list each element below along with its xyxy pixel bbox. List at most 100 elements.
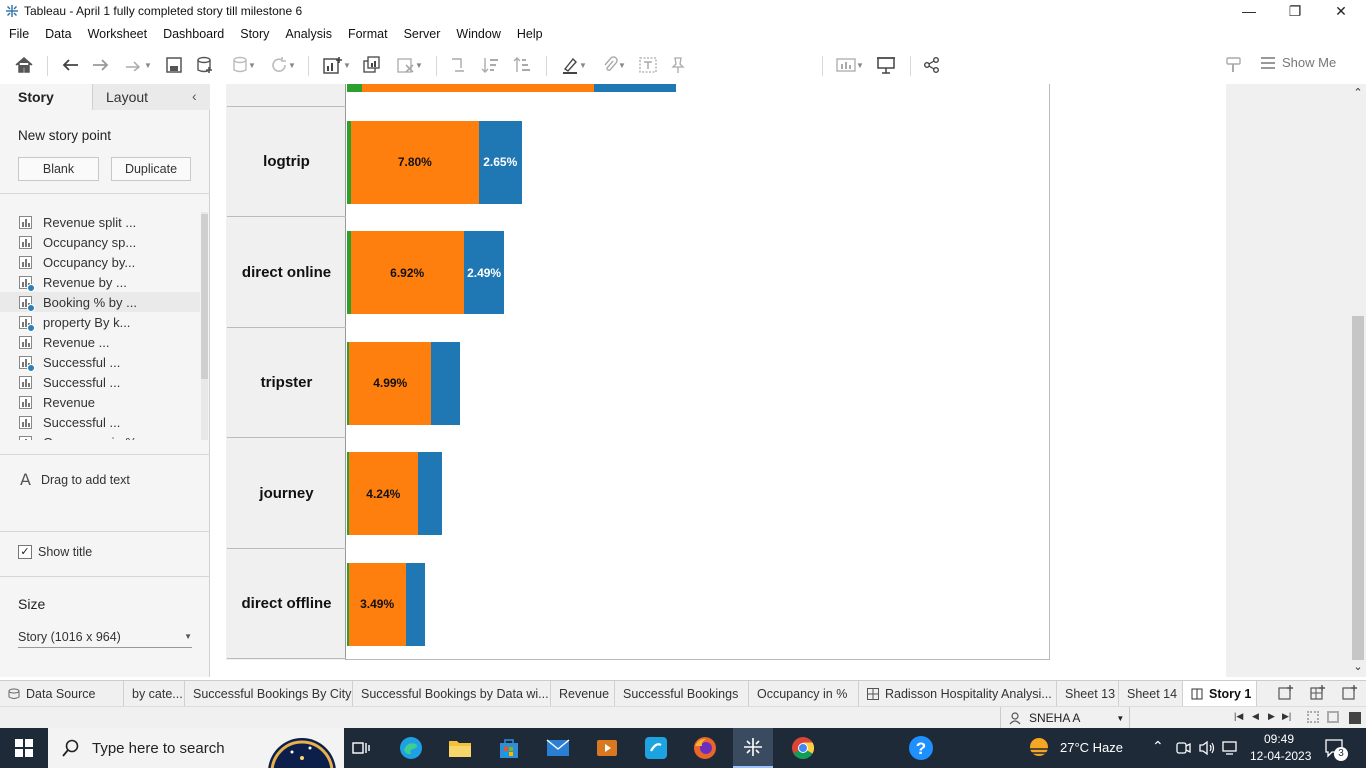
user-menu[interactable]: SNEHA A ▼: [1000, 707, 1130, 729]
label-icon[interactable]: [636, 54, 660, 76]
sheet-tab[interactable]: Sheet 13: [1057, 680, 1119, 707]
scroll-down-icon[interactable]: ⌄: [1351, 660, 1365, 673]
sheet-list-item[interactable]: Occupancy in %: [0, 432, 200, 440]
menu-data[interactable]: Data: [37, 27, 79, 41]
sheet-list-item[interactable]: Successful ...: [0, 372, 200, 392]
clock-time[interactable]: 09:49: [1264, 732, 1294, 746]
sheet-tab[interactable]: Occupancy in %: [749, 680, 859, 707]
chrome-icon[interactable]: [789, 734, 817, 762]
undo-icon[interactable]: [58, 54, 82, 76]
attach-icon[interactable]: ▼: [596, 54, 632, 76]
restore-button[interactable]: ❐: [1272, 0, 1318, 22]
weather-icon[interactable]: [1026, 736, 1052, 763]
row-divider[interactable]: [227, 84, 346, 107]
menu-worksheet[interactable]: Worksheet: [80, 27, 156, 41]
sort-ascending-icon[interactable]: [478, 54, 502, 76]
bar-segment[interactable]: [431, 341, 460, 425]
save-icon[interactable]: [162, 54, 186, 76]
menu-format[interactable]: Format: [340, 27, 396, 41]
tab-story[interactable]: Story: [0, 84, 92, 110]
previous-sheet-icon[interactable]: ◀: [1252, 711, 1259, 722]
task-view-icon[interactable]: [348, 734, 376, 762]
menu-server[interactable]: Server: [396, 27, 449, 41]
bar-segment[interactable]: [361, 84, 594, 92]
pause-auto-updates-icon[interactable]: ▼: [226, 54, 262, 76]
sheet-list-item[interactable]: Revenue: [0, 392, 200, 412]
sheet-list-item[interactable]: Successful ...: [0, 412, 200, 432]
new-worksheet-tab-icon[interactable]: [1278, 685, 1294, 704]
weather-text[interactable]: 27°C Haze: [1060, 740, 1123, 755]
minimize-button[interactable]: —: [1226, 0, 1272, 22]
bar-segment[interactable]: [405, 562, 426, 646]
sheet-tab[interactable]: Revenue: [551, 680, 615, 707]
menu-story[interactable]: Story: [232, 27, 277, 41]
sheet-list-item[interactable]: Booking % by ...: [0, 292, 200, 312]
sheet-tab[interactable]: Sheet 14: [1119, 680, 1183, 707]
menu-help[interactable]: Help: [509, 27, 551, 41]
sheet-tab[interactable]: Successful Bookings By City: [185, 680, 353, 707]
microsoft-store-icon[interactable]: [495, 734, 523, 762]
sheet-tab[interactable]: Successful Bookings: [615, 680, 749, 707]
mail-icon[interactable]: [544, 734, 572, 762]
new-data-source-icon[interactable]: [193, 54, 217, 76]
taskbar-search[interactable]: Type here to search: [48, 728, 344, 768]
file-explorer-icon[interactable]: [446, 734, 474, 762]
sheet-list-item[interactable]: Revenue split ...: [0, 212, 200, 232]
canvas-scroll-thumb[interactable]: [1352, 316, 1364, 660]
sheet-tab[interactable]: Successful Bookings by Data wi...: [353, 680, 551, 707]
drag-to-add-text[interactable]: A Drag to add text: [20, 470, 130, 489]
blank-button[interactable]: Blank: [18, 157, 99, 181]
show-title-option[interactable]: ✓ Show title: [18, 545, 92, 559]
collapse-pane-icon[interactable]: ‹: [192, 88, 197, 104]
first-sheet-icon[interactable]: |◀: [1234, 711, 1243, 722]
show-tabs-icon[interactable]: [1349, 712, 1361, 724]
tableau-app-icon[interactable]: [733, 728, 773, 768]
volume-icon[interactable]: [1198, 740, 1216, 759]
duplicate-button[interactable]: Duplicate: [111, 157, 191, 181]
presentation-mode-icon[interactable]: [874, 54, 898, 76]
new-story-tab-icon[interactable]: [1342, 685, 1358, 704]
pin-icon[interactable]: [666, 54, 690, 76]
sheet-tab[interactable]: Radisson Hospitality Analysi...: [859, 680, 1057, 707]
bar-segment[interactable]: [593, 84, 676, 92]
notifications-icon[interactable]: 3: [1324, 738, 1348, 761]
replay-icon[interactable]: ▼: [120, 54, 156, 76]
menu-dashboard[interactable]: Dashboard: [155, 27, 232, 41]
network-icon[interactable]: [1222, 740, 1240, 759]
scroll-up-icon[interactable]: ⌃: [1351, 86, 1365, 99]
swap-rows-columns-icon[interactable]: [446, 54, 470, 76]
format-painter-icon[interactable]: [1222, 54, 1246, 76]
menu-window[interactable]: Window: [448, 27, 508, 41]
sheet-list-item[interactable]: Successful ...: [0, 352, 200, 372]
edge-browser-icon[interactable]: [397, 734, 425, 762]
refresh-icon[interactable]: ▼: [265, 54, 301, 76]
menu-analysis[interactable]: Analysis: [277, 27, 340, 41]
share-icon[interactable]: [920, 54, 944, 76]
tableau-reader-icon[interactable]: [642, 734, 670, 762]
show-filmstrip-icon[interactable]: [1307, 711, 1319, 723]
start-button[interactable]: [0, 728, 48, 768]
show-me-button[interactable]: Show Me: [1260, 55, 1336, 70]
clear-sheet-icon[interactable]: ▼: [392, 54, 428, 76]
meet-now-icon[interactable]: [1175, 740, 1191, 759]
clock-date[interactable]: 12-04-2023: [1250, 749, 1311, 763]
duplicate-sheet-icon[interactable]: [360, 54, 384, 76]
redo-icon[interactable]: [89, 54, 113, 76]
sheet-list-item[interactable]: Revenue by ...: [0, 272, 200, 292]
sheet-tab[interactable]: Story 1: [1183, 680, 1257, 707]
sheet-tab[interactable]: Data Source: [0, 680, 124, 707]
new-dashboard-tab-icon[interactable]: [1310, 685, 1326, 704]
sheet-list-scroll-thumb[interactable]: [201, 214, 208, 379]
show-title-checkbox[interactable]: ✓: [18, 545, 32, 559]
sheet-list-item[interactable]: Occupancy by...: [0, 252, 200, 272]
bar-segment[interactable]: [347, 84, 362, 92]
next-sheet-icon[interactable]: ▶: [1268, 711, 1275, 722]
new-worksheet-icon[interactable]: ▼: [318, 54, 356, 76]
sheet-list-item[interactable]: Occupancy sp...: [0, 232, 200, 252]
bar-segment[interactable]: [417, 452, 443, 536]
menu-file[interactable]: File: [0, 27, 37, 41]
sort-descending-icon[interactable]: [510, 54, 534, 76]
sheet-list-item[interactable]: Revenue ...: [0, 332, 200, 352]
show-hidden-icons-icon[interactable]: ⌃: [1152, 738, 1164, 755]
close-button[interactable]: ✕: [1318, 0, 1364, 22]
